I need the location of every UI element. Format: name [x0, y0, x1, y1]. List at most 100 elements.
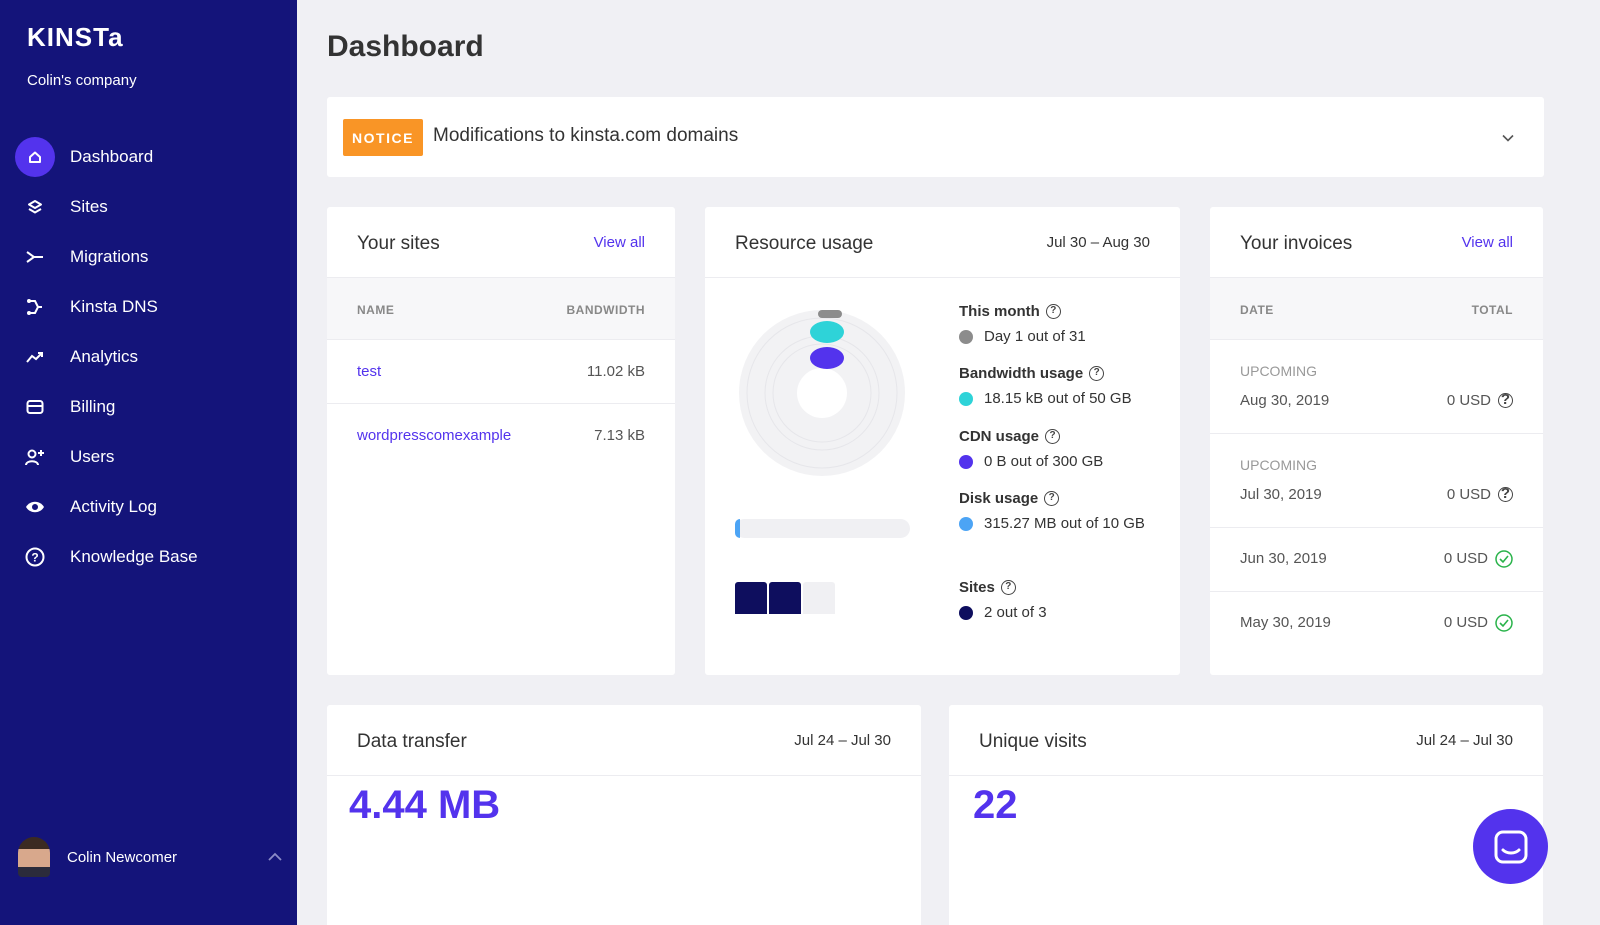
table-row[interactable]: May 30, 2019 0 USD	[1210, 592, 1543, 656]
eye-icon	[15, 487, 55, 527]
site-bandwidth: 7.13 kB	[594, 427, 645, 444]
check-circle-icon	[1495, 614, 1513, 632]
card-header: Data transfer Jul 24 – Jul 30	[327, 705, 921, 776]
invoice-total: 0 USD	[1443, 550, 1488, 567]
sidebar-item-label: Sites	[70, 197, 108, 216]
column-header-date[interactable]: DATE	[1240, 303, 1274, 317]
sidebar-nav: Dashboard Sites Migrations Kinsta DNS An…	[0, 132, 297, 582]
column-header-total[interactable]: TOTAL	[1472, 303, 1513, 317]
view-all-invoices-link[interactable]: View all	[1462, 234, 1513, 251]
card-header: Your sites View all	[327, 207, 675, 278]
sidebar-item-activity-log[interactable]: Activity Log	[0, 482, 297, 532]
help-icon[interactable]: ?	[1045, 304, 1061, 319]
table-row[interactable]: UPCOMING Jul 30, 2019 0 USD ?	[1210, 434, 1543, 528]
table-row[interactable]: UPCOMING Aug 30, 2019 0 USD ?	[1210, 340, 1543, 434]
help-icon[interactable]: ?	[1044, 491, 1060, 506]
table-row[interactable]: Jun 30, 2019 0 USD	[1210, 528, 1543, 592]
ring-cdn-arc	[810, 347, 844, 369]
sidebar-item-knowledge-base[interactable]: ? Knowledge Base	[0, 532, 297, 582]
table-row[interactable]: wordpresscomexample 7.13 kB	[327, 404, 675, 468]
data-transfer-card: Data transfer Jul 24 – Jul 30 4.44 MB	[327, 705, 921, 925]
chevron-up-icon[interactable]	[268, 849, 282, 867]
card-title: Data transfer	[357, 731, 467, 752]
table-row[interactable]: test 11.02 kB	[327, 340, 675, 404]
sites-usage-blocks	[735, 582, 835, 614]
stat-label: Bandwidth usage	[959, 365, 1084, 382]
sidebar-item-migrations[interactable]: Migrations	[0, 232, 297, 282]
sidebar-item-dashboard[interactable]: Dashboard	[0, 132, 297, 182]
stat-value: Day 1 out of 31	[984, 328, 1086, 345]
stat-sites: Sites? 2 out of 3	[959, 579, 1047, 626]
invoice-total: 0 USD	[1446, 486, 1491, 503]
notice-text: Modifications to kinsta.com domains	[433, 125, 739, 146]
main-content: Dashboard NOTICE Modifications to kinsta…	[297, 0, 1600, 925]
legend-dot	[959, 455, 973, 469]
trend-icon	[15, 337, 55, 377]
table-header: DATE TOTAL	[1210, 278, 1543, 340]
sidebar-item-billing[interactable]: Billing	[0, 382, 297, 432]
invoice-date: Jun 30, 2019	[1240, 550, 1327, 567]
card-header: Unique visits Jul 24 – Jul 30	[949, 705, 1543, 776]
invoice-status: UPCOMING	[1240, 457, 1317, 473]
sidebar-item-kinsta-dns[interactable]: Kinsta DNS	[0, 282, 297, 332]
invoice-date: May 30, 2019	[1240, 614, 1331, 631]
help-icon[interactable]: ?	[1045, 429, 1061, 444]
sidebar-item-label: Dashboard	[70, 147, 154, 166]
stat-label: This month	[959, 303, 1040, 320]
stat-this-month: This month? Day 1 out of 31	[959, 303, 1086, 350]
stat-label: Disk usage	[959, 490, 1039, 507]
view-all-sites-link[interactable]: View all	[594, 234, 645, 251]
ring-bandwidth-arc	[810, 321, 844, 343]
stat-bandwidth: Bandwidth usage? 18.15 kB out of 50 GB	[959, 365, 1132, 412]
kinsta-logo[interactable]: KINSTa	[27, 22, 124, 53]
card-title: Resource usage	[735, 233, 874, 254]
site-name-link[interactable]: test	[357, 363, 381, 380]
help-icon: ?	[15, 537, 55, 577]
unique-visits-value: 22	[973, 783, 1018, 827]
sidebar-item-users[interactable]: Users	[0, 432, 297, 482]
help-icon[interactable]: ?	[1089, 366, 1105, 381]
user-menu[interactable]: Colin Newcomer	[0, 837, 297, 877]
stat-value: 315.27 MB out of 10 GB	[984, 515, 1145, 532]
legend-dot	[959, 330, 973, 344]
sidebar-item-sites[interactable]: Sites	[0, 182, 297, 232]
site-slot-used	[769, 582, 801, 614]
chat-icon	[1494, 830, 1527, 863]
column-header-name[interactable]: NAME	[357, 303, 394, 317]
layers-icon	[15, 187, 55, 227]
card-header: Resource usage Jul 30 – Aug 30	[705, 207, 1180, 278]
legend-dot	[959, 392, 973, 406]
svg-text:?: ?	[31, 551, 38, 565]
company-name[interactable]: Colin's company	[27, 72, 137, 89]
column-header-bandwidth[interactable]: BANDWIDTH	[567, 303, 646, 317]
help-icon[interactable]: ?	[1000, 580, 1016, 595]
home-icon	[15, 137, 55, 177]
date-range: Jul 24 – Jul 30	[1416, 732, 1513, 749]
ring-month-arc	[818, 310, 842, 318]
sidebar-item-label: Billing	[70, 397, 116, 416]
date-range: Jul 24 – Jul 30	[794, 732, 891, 749]
sidebar-item-label: Analytics	[70, 347, 139, 366]
card-title: Your invoices	[1240, 233, 1353, 254]
invoice-date: Jul 30, 2019	[1240, 486, 1322, 503]
help-icon[interactable]: ?	[1498, 392, 1513, 408]
stat-label: Sites	[959, 579, 995, 596]
page-title: Dashboard	[327, 30, 484, 63]
notice-banner[interactable]: NOTICE Modifications to kinsta.com domai…	[327, 97, 1544, 177]
site-name-link[interactable]: wordpresscomexample	[357, 427, 511, 444]
unique-visits-card: Unique visits Jul 24 – Jul 30 22	[949, 705, 1543, 925]
site-bandwidth: 11.02 kB	[586, 363, 645, 380]
help-icon[interactable]: ?	[1498, 486, 1513, 502]
card-title: Your sites	[357, 233, 440, 254]
user-name: Colin Newcomer	[67, 849, 178, 866]
stat-disk: Disk usage? 315.27 MB out of 10 GB	[959, 490, 1149, 537]
chat-launcher-button[interactable]	[1473, 809, 1548, 884]
site-slot-used	[735, 582, 767, 614]
chevron-down-icon[interactable]	[1502, 129, 1514, 147]
disk-usage-bar	[735, 519, 910, 538]
usage-rings-chart	[739, 310, 905, 476]
card-header: Your invoices View all	[1210, 207, 1543, 278]
sidebar-item-analytics[interactable]: Analytics	[0, 332, 297, 382]
resource-usage-card: Resource usage Jul 30 – Aug 30 This mont…	[705, 207, 1180, 675]
invoice-date: Aug 30, 2019	[1240, 392, 1330, 409]
